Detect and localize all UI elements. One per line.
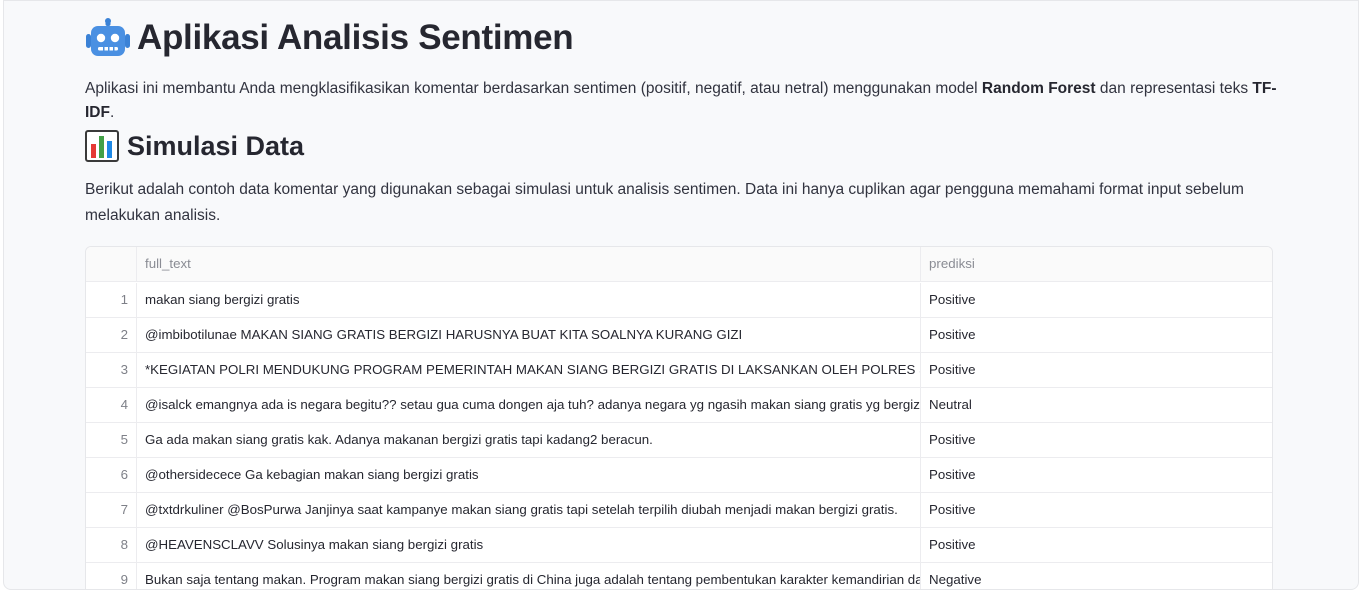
table-row[interactable]: 7 @txtdrkuliner @BosPurwa Janjinya saat k… [86, 493, 1272, 528]
full-text-cell[interactable]: @txtdrkuliner @BosPurwa Janjinya saat ka… [137, 493, 921, 527]
index-header [86, 247, 137, 281]
section-description: Berikut adalah contoh data komentar yang… [85, 181, 1244, 224]
table-row[interactable]: 6 @othersidecece Ga kebagian makan siang … [86, 458, 1272, 493]
full-text-cell[interactable]: *KEGIATAN POLRI MENDUKUNG PROGRAM PEMERI… [137, 353, 921, 387]
prediksi-cell[interactable]: Positive [921, 528, 1272, 562]
prediksi-cell[interactable]: Positive [921, 318, 1272, 352]
section-title: Simulasi Data [127, 130, 305, 161]
prediksi-cell[interactable]: Negative [921, 563, 1272, 589]
table-header-row: full_text prediksi [86, 247, 1272, 282]
full-text-cell[interactable]: @imbibotilunae MAKAN SIANG GRATIS BERGIZ… [137, 318, 921, 352]
full-text-cell[interactable]: @HEAVENSCLAVV Solusinya makan siang berg… [137, 528, 921, 562]
row-index[interactable]: 1 [86, 283, 137, 317]
full-text-cell[interactable]: Bukan saja tentang makan. Program makan … [137, 563, 921, 589]
full-text-cell[interactable]: @isalck emangnya ada is negara begitu?? … [137, 388, 921, 422]
prediksi-cell[interactable]: Positive [921, 423, 1272, 457]
page-header: Aplikasi Analisis Sentimen [85, 15, 574, 61]
page-title: Aplikasi Analisis Sentimen [137, 18, 574, 57]
data-table[interactable]: full_text prediksi 1 makan siang bergizi … [85, 246, 1273, 589]
column-header-full-text[interactable]: full_text [137, 247, 921, 281]
column-header-prediksi[interactable]: prediksi [921, 247, 1272, 281]
row-index[interactable]: 6 [86, 458, 137, 492]
row-index[interactable]: 5 [86, 423, 137, 457]
main-panel: Aplikasi Analisis Sentimen Aplikasi ini … [3, 0, 1359, 590]
row-index[interactable]: 8 [86, 528, 137, 562]
intro-paragraph: Aplikasi ini membantu Anda mengklasifika… [85, 77, 1285, 125]
prediksi-cell[interactable]: Positive [921, 458, 1272, 492]
table-row[interactable]: 3 *KEGIATAN POLRI MENDUKUNG PROGRAM PEMER… [86, 353, 1272, 388]
robot-icon [86, 18, 130, 56]
prediksi-cell[interactable]: Positive [921, 283, 1272, 317]
table-row[interactable]: 5 Ga ada makan siang gratis kak. Adanya m… [86, 423, 1272, 458]
bar-chart-icon [85, 130, 119, 162]
row-index[interactable]: 2 [86, 318, 137, 352]
table-row[interactable]: 8 @HEAVENSCLAVV Solusinya makan siang ber… [86, 528, 1272, 563]
prediksi-cell[interactable]: Positive [921, 353, 1272, 387]
row-index[interactable]: 7 [86, 493, 137, 527]
intro-text: Aplikasi ini membantu Anda mengklasifika… [85, 80, 982, 97]
prediksi-cell[interactable]: Positive [921, 493, 1272, 527]
full-text-cell[interactable]: makan siang bergizi gratis [137, 283, 921, 317]
full-text-cell[interactable]: @othersidecece Ga kebagian makan siang b… [137, 458, 921, 492]
table-row[interactable]: 9 Bukan saja tentang makan. Program makan… [86, 563, 1272, 589]
model-name: Random Forest [981, 80, 1096, 97]
table-row[interactable]: 4 @isalck emangnya ada is negara begitu??… [86, 388, 1272, 423]
table-row[interactable]: 1 makan siang bergizi gratis Positive [86, 283, 1272, 318]
row-index[interactable]: 4 [86, 388, 137, 422]
full-text-cell[interactable]: Ga ada makan siang gratis kak. Adanya ma… [137, 423, 921, 457]
intro-text-mid: dan representasi teks [1095, 80, 1253, 97]
table-row[interactable]: 2 @imbibotilunae MAKAN SIANG GRATIS BERGI… [86, 318, 1272, 353]
row-index[interactable]: 3 [86, 353, 137, 387]
section-header: Simulasi Data [85, 128, 304, 164]
prediksi-cell[interactable]: Neutral [921, 388, 1272, 422]
intro-text-end: . [109, 104, 115, 121]
row-index[interactable]: 9 [86, 563, 137, 589]
